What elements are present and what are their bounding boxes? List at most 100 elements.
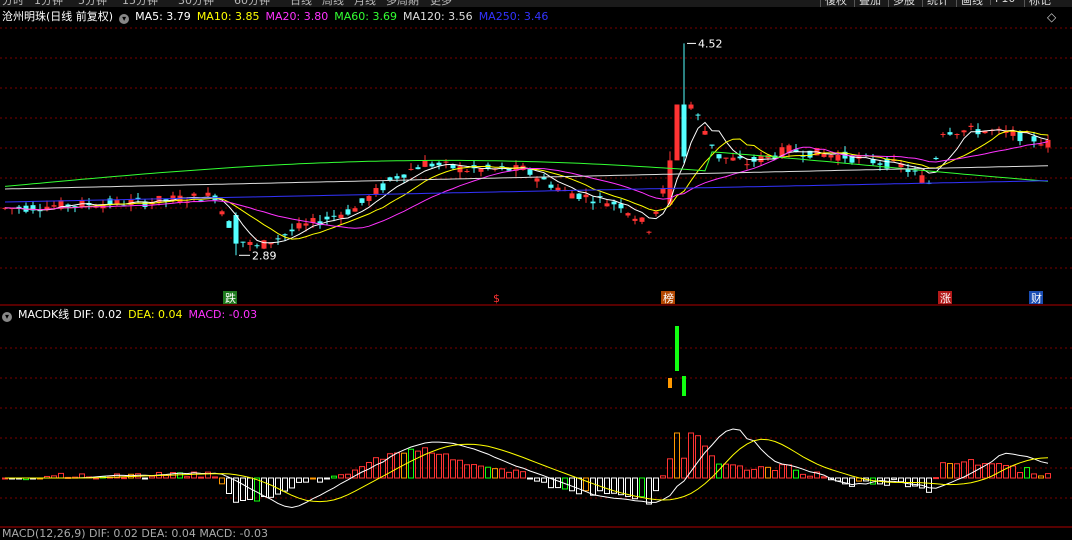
nav-tab-0[interactable]: 分时 (2, 0, 24, 7)
candle (226, 221, 232, 228)
toolbar-button-3[interactable]: 统计 (922, 0, 953, 7)
toolbar-button-5[interactable]: F10 (990, 0, 1019, 5)
panel-menu-icon[interactable]: ▾ (119, 14, 130, 24)
macd-bar (660, 475, 666, 479)
stock-title[interactable]: 沧州明珠(日线 前复权) (2, 10, 113, 23)
macd-title[interactable]: MACDK线 (18, 308, 69, 321)
nav-tab-2[interactable]: 5分钟 (78, 0, 107, 7)
candle (296, 223, 302, 229)
ma250-line (4, 180, 1049, 203)
macd-bar (646, 477, 652, 505)
macd-bar (1024, 467, 1030, 479)
candle (338, 214, 344, 219)
kline-chart[interactable]: 4.52 2.89 跌 $ 榜 涨 财 (0, 0, 1072, 535)
candle (674, 104, 680, 161)
nav-tab-10[interactable]: 更多 (430, 0, 452, 7)
macd-bar (331, 475, 337, 479)
macd-bar (58, 472, 64, 479)
candle (331, 215, 337, 217)
nav-tab-6[interactable]: 日线 (290, 0, 312, 7)
macd-bar (310, 477, 316, 480)
macd-bar (282, 477, 288, 492)
toolbar-button-4[interactable]: 画线 (956, 0, 987, 7)
macd-bar (394, 452, 400, 479)
macd-dea: DEA: 0.04 (128, 308, 183, 321)
candle (625, 213, 631, 216)
macd-bar (366, 461, 372, 479)
macd-bar (583, 477, 589, 492)
macd-bar (695, 435, 701, 479)
nav-tab-4[interactable]: 30分钟 (178, 0, 214, 7)
macd-bar (821, 476, 827, 479)
candle (590, 201, 596, 204)
candle (275, 238, 281, 240)
candle (324, 216, 330, 220)
macd-bar (793, 469, 799, 479)
macd-bar (513, 469, 519, 479)
macd-bar (219, 477, 225, 485)
toolbar-button-2[interactable]: 多股 (888, 0, 919, 7)
macd-bar (317, 477, 323, 483)
macd-bar (1045, 473, 1051, 479)
candle (912, 170, 918, 172)
candle (618, 203, 624, 209)
candle (205, 192, 211, 196)
candle (429, 163, 435, 167)
candle (373, 188, 379, 195)
nav-tab-1[interactable]: 1分钟 (34, 0, 63, 7)
macd-bar (555, 477, 561, 489)
price-legend: 沧州明珠(日线 前复权) ▾ MA5: 3.79 MA10: 3.85 MA20: 3.… (2, 10, 560, 24)
ma-legend-item-3: MA60: 3.69 (334, 10, 397, 23)
candle (723, 157, 729, 159)
event-marker-label-3: 涨 (940, 292, 951, 305)
toolbar-button-1[interactable]: 叠加 (854, 0, 885, 7)
macd-bar (149, 475, 155, 479)
candle (408, 168, 414, 170)
event-marker-label-4: 财 (1031, 291, 1042, 305)
candle (947, 132, 953, 135)
macd-bar (653, 477, 659, 492)
nav-tab-5[interactable]: 60分钟 (234, 0, 270, 7)
macd-bar (324, 477, 330, 480)
macd-bar (527, 477, 533, 480)
candle (940, 133, 946, 135)
candle (576, 193, 582, 200)
macd-bar (261, 477, 267, 498)
candle (919, 175, 925, 184)
macd-bar (1017, 472, 1023, 479)
candle (415, 167, 421, 170)
candle (1045, 139, 1051, 148)
candle (380, 183, 386, 191)
nav-tab-3[interactable]: 15分钟 (122, 0, 158, 7)
macd-bar (1031, 473, 1037, 479)
candle (366, 196, 372, 201)
event-marker-label-1: $ (493, 292, 500, 305)
macd-bar (121, 477, 127, 480)
macd-spike (682, 376, 686, 396)
candle (534, 178, 540, 182)
nav-tab-8[interactable]: 月线 (354, 0, 376, 7)
nav-tab-7[interactable]: 周线 (322, 0, 344, 7)
macd-bar (345, 473, 351, 479)
macd-bar (534, 477, 540, 482)
dea-line (5, 438, 1049, 503)
macd-bar (597, 477, 603, 492)
ma-values: MA5: 3.79 MA10: 3.85 MA20: 3.80 MA60: 3.69 M… (135, 10, 554, 23)
toolbar-button-6[interactable]: 标记 (1024, 0, 1055, 7)
panel-diamond-icon[interactable]: ◇ (1047, 10, 1056, 24)
candle (716, 154, 722, 159)
macd-dif: DIF: 0.02 (73, 308, 123, 321)
candle (758, 155, 764, 163)
macd-bar (604, 477, 610, 495)
candle (177, 195, 183, 203)
candle (611, 201, 617, 205)
ma5-line (4, 121, 1049, 244)
toolbar-button-0[interactable]: 復权 (820, 0, 851, 7)
macd-bar (296, 477, 302, 483)
macd-bar (926, 477, 932, 493)
macd-bar (450, 459, 456, 479)
macd-menu-icon[interactable]: ▾ (2, 312, 12, 322)
macd-bar (968, 459, 974, 479)
macd-bar (289, 477, 295, 489)
nav-tab-9[interactable]: 多周期 (386, 0, 419, 7)
